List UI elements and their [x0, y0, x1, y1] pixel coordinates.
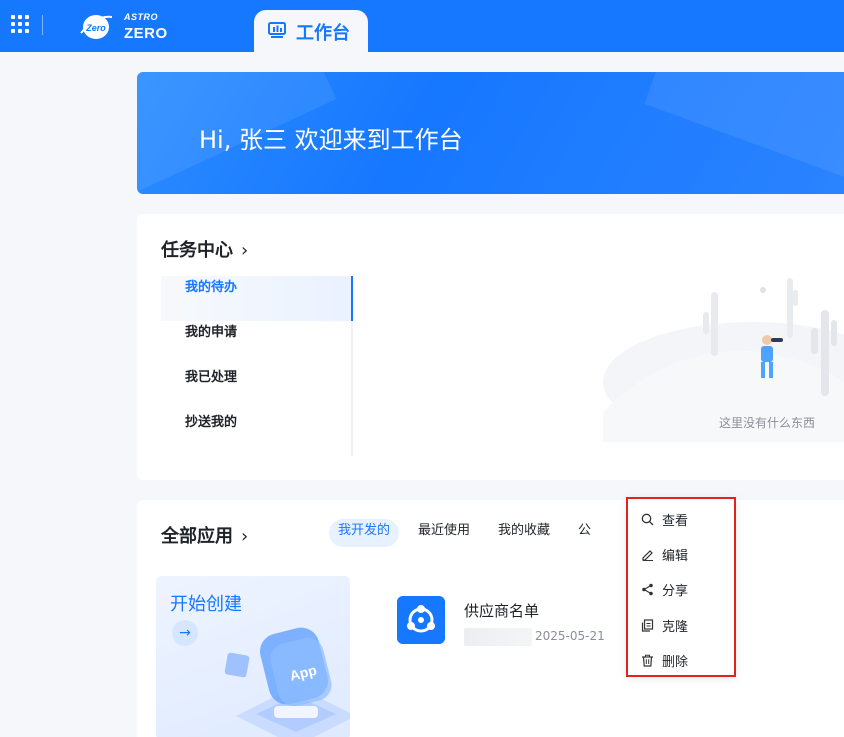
filter-tab-public[interactable]: 公: [569, 519, 600, 547]
create-app-illustration: App: [224, 627, 350, 737]
menu-item-view-label: 查看: [662, 513, 689, 529]
all-apps-title[interactable]: 全部应用 ›: [161, 522, 248, 548]
copy-icon: [640, 618, 654, 632]
welcome-greeting: Hi, 张三 欢迎来到工作台: [199, 126, 463, 154]
welcome-banner: Hi, 张三 欢迎来到工作台: [137, 72, 844, 194]
app-filter-tabs: 我开发的 最近使用 我的收藏 公: [329, 519, 600, 547]
task-item-cc[interactable]: 抄送我的: [161, 411, 353, 456]
share-icon: [640, 582, 654, 596]
menu-item-share[interactable]: 分享: [640, 579, 688, 599]
task-menu: 我的待办 我的申请 我已处理 抄送我的: [161, 276, 353, 456]
logo-badge-text: Zero: [85, 23, 106, 33]
menu-item-clone-label: 克隆: [662, 619, 689, 635]
create-app-tile[interactable]: 开始创建 → App: [156, 576, 350, 737]
tab-workbench[interactable]: 工作台: [254, 10, 368, 54]
redacted-creator: [464, 628, 532, 646]
tab-workbench-label: 工作台: [296, 23, 350, 44]
trash-icon: [640, 653, 654, 667]
all-apps-title-text: 全部应用: [161, 526, 233, 547]
menu-item-view[interactable]: 查看: [640, 509, 688, 529]
app-date: 2025-05-21: [535, 629, 605, 643]
filter-tab-favorites[interactable]: 我的收藏: [489, 519, 559, 547]
chevron-right-icon: ›: [241, 240, 249, 261]
menu-item-clone[interactable]: 克隆: [640, 615, 688, 635]
banner-decoration: [644, 72, 844, 193]
menu-item-edit-label: 编辑: [662, 548, 689, 564]
filter-tab-recent[interactable]: 最近使用: [409, 519, 479, 547]
edit-icon: [640, 547, 654, 561]
menu-item-delete-label: 删除: [662, 654, 689, 670]
app-share-icon: [397, 596, 445, 644]
task-center-title-text: 任务中心: [161, 240, 233, 261]
task-item-todo[interactable]: 我的待办: [161, 276, 353, 321]
logo-main-text: ZERO: [124, 25, 168, 42]
task-center-card: 任务中心 › 我的待办 我的申请 我已处理 抄送我的 这里没有什么东西: [137, 214, 844, 480]
logo-small-text: ASTRO: [124, 12, 158, 22]
app-context-menu: 查看 编辑 分享 克隆 删除: [626, 497, 736, 677]
all-apps-card: 全部应用 › 我开发的 最近使用 我的收藏 公 开始创建 → App 供应商名单: [137, 500, 844, 737]
arrow-right-icon: →: [172, 620, 198, 646]
task-center-title[interactable]: 任务中心 ›: [161, 236, 248, 262]
monitor-icon: [268, 22, 286, 38]
menu-item-edit[interactable]: 编辑: [640, 544, 688, 564]
empty-state-text: 这里没有什么东西: [719, 416, 816, 430]
zero-logo-icon: Zero: [80, 15, 113, 39]
menu-item-share-label: 分享: [662, 583, 689, 599]
astro-zero-logo[interactable]: Zero ASTRO ZERO: [78, 7, 168, 45]
app-grid-icon[interactable]: [11, 15, 29, 33]
header-divider: [42, 15, 43, 35]
search-icon: [640, 512, 654, 526]
task-item-applications[interactable]: 我的申请: [161, 321, 353, 366]
app-name: 供应商名单: [464, 602, 540, 620]
top-bar: Zero ASTRO ZERO 工作台: [0, 0, 844, 54]
app-item-supplier-list[interactable]: 供应商名单 2025-05-21: [397, 596, 637, 656]
menu-item-delete[interactable]: 删除: [640, 650, 688, 670]
task-item-processed[interactable]: 我已处理: [161, 366, 353, 411]
filter-tab-developed[interactable]: 我开发的: [329, 519, 400, 547]
chevron-right-icon: ›: [241, 526, 249, 547]
